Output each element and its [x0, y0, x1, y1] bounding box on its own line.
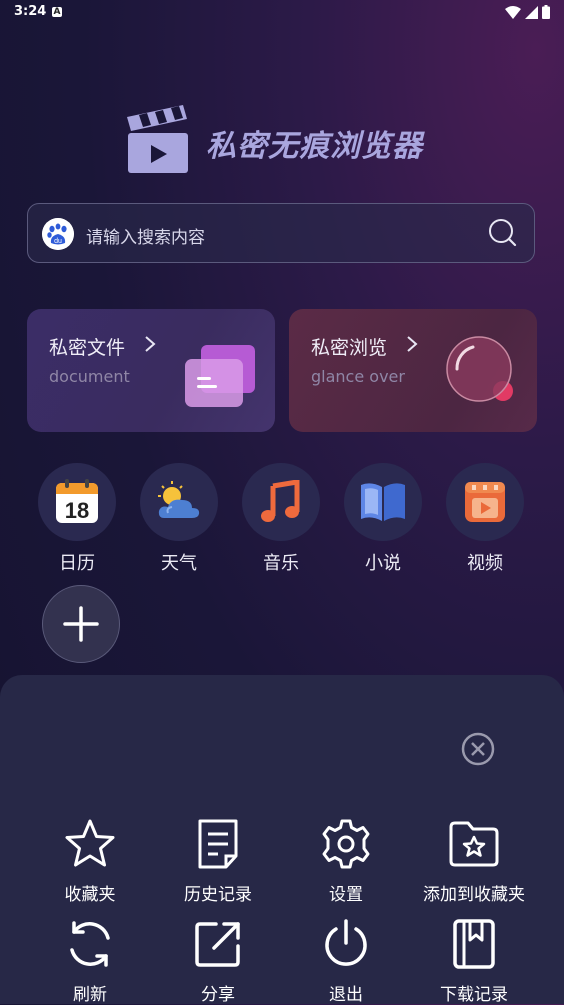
app-calendar[interactable]: 18 日历: [38, 463, 116, 575]
status-icons: [505, 5, 550, 19]
app-novel-circle[interactable]: [344, 463, 422, 541]
app-weather-circle[interactable]: [140, 463, 218, 541]
app-video[interactable]: 视频: [446, 463, 524, 575]
menu-label: 刷新: [73, 985, 107, 1005]
menu-favorites[interactable]: 收藏夹: [30, 818, 150, 905]
menu-label: 历史记录: [184, 885, 252, 905]
folder-icon: [185, 345, 255, 407]
menu-refresh[interactable]: 刷新: [30, 918, 150, 1005]
wifi-icon: [505, 5, 521, 19]
calendar-day: 18: [65, 498, 89, 523]
app-label: 天气: [161, 553, 197, 574]
svg-text:du: du: [54, 238, 62, 245]
menu-history[interactable]: 历史记录: [158, 818, 278, 905]
chevron-right-icon: [407, 336, 418, 352]
add-circle[interactable]: [42, 585, 120, 663]
refresh-icon: [70, 921, 110, 967]
app-music[interactable]: 音乐: [242, 463, 320, 575]
star-icon: [65, 819, 115, 867]
app-label: 小说: [365, 553, 401, 574]
bookmark-book-icon: [453, 919, 495, 969]
menu-exit[interactable]: 退出: [286, 918, 406, 1005]
search-input[interactable]: 请输入搜索内容: [86, 223, 205, 248]
signal-icon: [525, 5, 538, 19]
app-label: 音乐: [263, 553, 299, 574]
app-label: 视频: [467, 553, 503, 574]
menu-label: 收藏夹: [64, 885, 116, 905]
menu-add-to-favorites[interactable]: 添加到收藏夹: [414, 818, 534, 905]
add-to-favorites-folder-icon: [449, 821, 499, 867]
menu-label: 下载记录: [440, 985, 508, 1005]
magnifier-glass-icon: [446, 336, 513, 402]
gear-icon: [322, 819, 370, 869]
private-browse-card[interactable]: 私密浏览 glance over: [289, 309, 537, 432]
battery-icon: [542, 5, 550, 19]
app-video-circle[interactable]: [446, 463, 524, 541]
menu-settings[interactable]: 设置: [286, 818, 406, 905]
app-music-circle[interactable]: [242, 463, 320, 541]
app-calendar-circle[interactable]: 18: [38, 463, 116, 541]
notification-a-icon: A: [52, 7, 62, 17]
app-label: 日历: [59, 553, 95, 574]
card-title: 私密文件: [49, 337, 126, 359]
search-icon[interactable]: [488, 218, 518, 248]
share-icon: [195, 922, 240, 967]
more-menu-sheet: 收藏夹 历史记录 设置 添加到收藏夹 刷新 分享 退出 下载记录: [0, 675, 564, 1005]
card-title: 私密浏览: [311, 337, 388, 359]
history-document-icon: [198, 819, 238, 869]
weather-icon: [158, 481, 200, 518]
menu-label: 退出: [329, 985, 363, 1005]
calendar-icon: 18: [56, 479, 98, 523]
power-icon: [325, 919, 367, 966]
status-time: 3:24: [14, 4, 47, 19]
app-novel[interactable]: 小说: [344, 463, 422, 575]
app-title: 私密无痕浏览器: [206, 129, 423, 164]
close-icon[interactable]: [461, 732, 495, 766]
menu-downloads[interactable]: 下载记录: [414, 918, 534, 1005]
private-document-card[interactable]: 私密文件 document: [27, 309, 275, 432]
chevron-right-icon: [145, 336, 156, 352]
search-bar[interactable]: du 请输入搜索内容: [27, 203, 535, 263]
menu-label: 设置: [329, 885, 363, 905]
menu-share[interactable]: 分享: [158, 918, 278, 1005]
app-weather[interactable]: 天气: [140, 463, 218, 575]
menu-label: 分享: [201, 985, 235, 1005]
menu-label: 添加到收藏夹: [423, 885, 525, 905]
card-subtitle: document: [49, 367, 130, 386]
music-icon: [261, 480, 300, 522]
book-icon: [361, 483, 405, 521]
clapperboard-logo-icon: [127, 105, 188, 173]
video-icon: [465, 482, 505, 522]
status-bar: 3:24 A: [0, 0, 564, 24]
card-subtitle: glance over: [311, 367, 405, 386]
plus-icon: [63, 606, 99, 642]
baidu-icon[interactable]: du: [42, 218, 74, 250]
